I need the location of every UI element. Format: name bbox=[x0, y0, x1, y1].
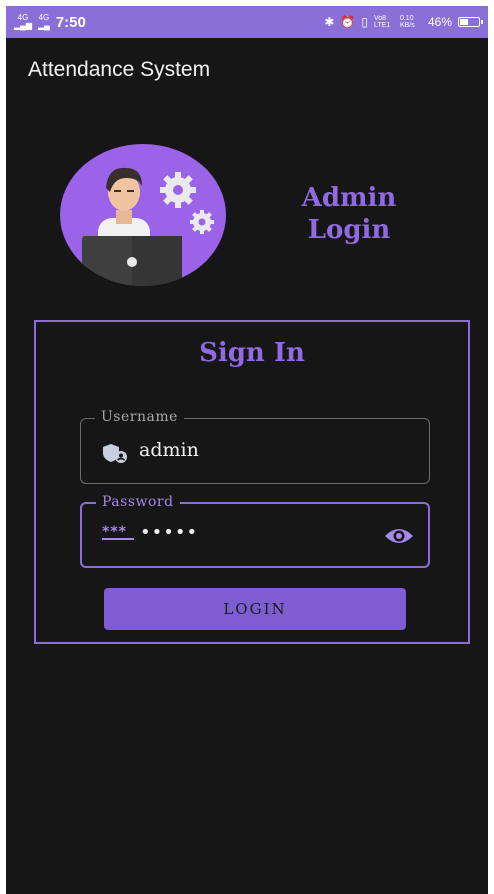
login-button[interactable]: LOGIN bbox=[104, 588, 406, 630]
volte-label: Vo8 LTE1 bbox=[373, 15, 391, 29]
battery-fill bbox=[460, 19, 468, 25]
username-field[interactable]: Username admin bbox=[80, 409, 430, 484]
username-label: Username bbox=[95, 409, 184, 425]
password-value: ••••• bbox=[140, 522, 199, 543]
signal-icon: 4G ▂▄▆ bbox=[14, 13, 32, 30]
alarm-icon: ⏰ bbox=[340, 15, 356, 29]
user-shield-icon bbox=[103, 443, 129, 467]
status-left: 4G ▂▄▆ 4G ▂▄ 7:50 bbox=[14, 14, 86, 31]
password-label: Password bbox=[96, 494, 180, 510]
gear-icon bbox=[160, 172, 196, 208]
admin-avatar-icon bbox=[60, 144, 226, 286]
admin-login-title: Admin Login bbox=[301, 183, 397, 245]
avatar-illustration bbox=[82, 167, 214, 286]
status-time: 7:50 bbox=[55, 13, 86, 31]
status-bar: 4G ▂▄▆ 4G ▂▄ 7:50 ✱ ⏰ ▯ Vo8 LTE1 0.10 KB… bbox=[6, 6, 488, 38]
signin-card: Sign In Username admin Password *** ••••… bbox=[34, 320, 470, 644]
data-speed-label: 0.10 KB/s bbox=[399, 15, 415, 29]
password-icon: *** bbox=[102, 524, 134, 540]
signal-icon-2: 4G ▂▄ bbox=[37, 13, 50, 30]
eye-icon[interactable] bbox=[384, 526, 414, 550]
username-value: admin bbox=[139, 439, 199, 461]
battery-icon bbox=[458, 17, 483, 27]
phone-screen: 4G ▂▄▆ 4G ▂▄ 7:50 ✱ ⏰ ▯ Vo8 LTE1 0.10 KB… bbox=[6, 6, 488, 894]
password-field[interactable]: Password *** ••••• bbox=[80, 494, 430, 568]
vibrate-icon: ▯ bbox=[361, 15, 368, 29]
password-icon-stars: *** bbox=[102, 524, 127, 540]
status-right: ✱ ⏰ ▯ Vo8 LTE1 0.10 KB/s 46% bbox=[324, 15, 483, 29]
bluetooth-icon: ✱ bbox=[324, 15, 335, 29]
app-title: Attendance System bbox=[28, 58, 211, 81]
signin-title: Sign In bbox=[199, 338, 305, 368]
small-gear-icon bbox=[190, 210, 214, 234]
battery-percent: 46% bbox=[427, 15, 452, 29]
